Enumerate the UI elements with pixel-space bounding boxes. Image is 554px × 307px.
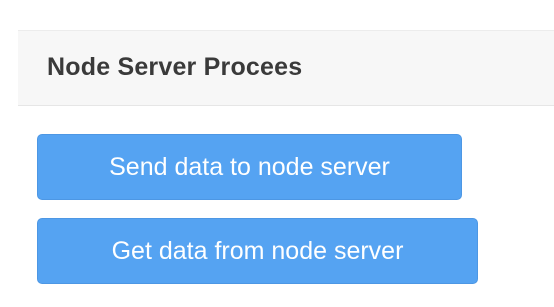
- page: Node Server Procees Send data to node se…: [0, 0, 554, 307]
- send-data-button[interactable]: Send data to node server: [37, 134, 462, 200]
- get-data-button[interactable]: Get data from node server: [37, 218, 478, 284]
- panel-header: Node Server Procees: [18, 30, 554, 106]
- panel-title: Node Server Procees: [47, 53, 303, 81]
